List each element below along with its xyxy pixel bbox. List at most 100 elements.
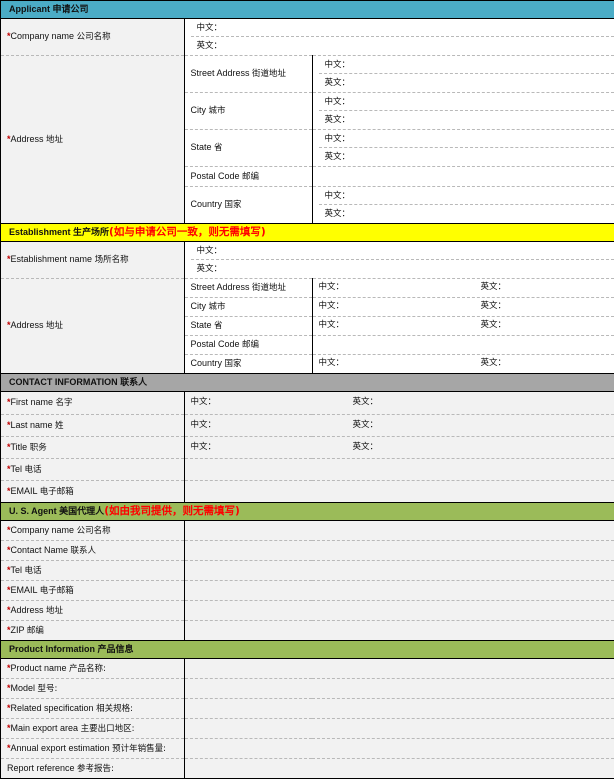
- applicant-header-en: Applicant: [9, 3, 53, 14]
- label-cn: 名字: [55, 398, 73, 409]
- label-cn: 职务: [29, 442, 47, 453]
- product-header-en: Product Information: [9, 643, 98, 654]
- row-agent-zip: *ZIP 邮编: [1, 620, 615, 641]
- input-applicant-state[interactable]: 中文： 英文：: [312, 129, 615, 167]
- input-agent-email[interactable]: [184, 580, 615, 601]
- label-en: Address: [10, 320, 47, 331]
- label-en: Establishment name: [10, 254, 95, 265]
- row-applicant-company-name: *Company name 公司名称 中文： 英文：: [1, 18, 615, 56]
- field-english[interactable]: 英文：: [319, 111, 615, 129]
- field-english[interactable]: 英文：: [191, 260, 615, 278]
- section-header-contact-row: CONTACT INFORMATION 联系人: [1, 373, 615, 392]
- row-product-main-export-area: *Main export area 主要出口地区:: [1, 718, 615, 739]
- input-agent-tel[interactable]: [184, 560, 615, 581]
- label-cn: 电子邮箱: [39, 585, 74, 596]
- field-chinese[interactable]: 中文：: [318, 56, 615, 74]
- input-applicant-postal-code[interactable]: [312, 166, 615, 187]
- field-english[interactable]: 英文：: [481, 282, 507, 293]
- sublabel-cn: 省: [214, 143, 223, 154]
- sublabel-country: Country 国家: [184, 354, 313, 374]
- sublabel-city: City 城市: [184, 92, 313, 130]
- input-product-model[interactable]: [184, 678, 615, 699]
- input-contact-last-name[interactable]: 中文： 英文：: [184, 414, 615, 437]
- row-agent-address: *Address 地址: [1, 600, 615, 621]
- field-chinese[interactable]: 中文：: [191, 420, 217, 431]
- field-english[interactable]: 英文：: [319, 148, 615, 166]
- label-contact-first-name: *First name 名字: [1, 391, 185, 415]
- field-chinese[interactable]: 中文：: [191, 442, 217, 453]
- sublabel-en: City: [190, 105, 209, 116]
- input-establishment-city[interactable]: 中文： 英文：: [312, 297, 615, 317]
- sublabel-en: Postal Code: [190, 170, 243, 181]
- input-establishment-name[interactable]: 中文： 英文：: [184, 241, 615, 279]
- input-product-report-reference[interactable]: [184, 758, 615, 779]
- input-product-main-export-area[interactable]: [184, 718, 615, 739]
- field-chinese[interactable]: 中文：: [190, 242, 615, 260]
- field-chinese[interactable]: 中文：: [318, 93, 615, 111]
- input-establishment-street-address[interactable]: 中文： 英文：: [312, 278, 615, 298]
- label-en: Annual export estimation: [10, 742, 113, 753]
- label-product-related-specification: *Related specification 相关规格:: [1, 698, 185, 719]
- input-contact-tel[interactable]: [184, 458, 615, 481]
- label-cn: 公司名称: [76, 525, 111, 536]
- sublabel-en: Street Address: [190, 282, 253, 293]
- input-establishment-country[interactable]: 中文： 英文：: [312, 354, 615, 374]
- field-english[interactable]: 英文：: [319, 74, 615, 92]
- input-agent-company-name[interactable]: [184, 520, 615, 541]
- field-chinese[interactable]: 中文：: [319, 320, 345, 331]
- input-applicant-country[interactable]: 中文： 英文：: [312, 186, 615, 224]
- input-establishment-state[interactable]: 中文： 英文：: [312, 316, 615, 336]
- contact-header-cn: 联系人: [120, 377, 148, 388]
- field-chinese[interactable]: 中文：: [319, 282, 345, 293]
- field-english[interactable]: 英文：: [481, 358, 507, 369]
- input-contact-first-name[interactable]: 中文： 英文：: [184, 391, 615, 415]
- field-chinese[interactable]: 中文：: [318, 187, 615, 205]
- field-english[interactable]: 英文：: [481, 301, 507, 312]
- field-english[interactable]: 英文：: [353, 420, 379, 431]
- label-en: Last name: [10, 419, 56, 430]
- label-en: Tel: [10, 463, 25, 474]
- label-product-annual-export-estimation: *Annual export estimation 预计年销售量:: [1, 738, 185, 759]
- input-product-annual-export-estimation[interactable]: [184, 738, 615, 759]
- field-english[interactable]: 英文：: [481, 320, 507, 331]
- input-agent-address[interactable]: [184, 600, 615, 621]
- sublabel-postal-code: Postal Code 邮编: [184, 335, 313, 355]
- field-chinese[interactable]: 中文：: [319, 301, 345, 312]
- field-english[interactable]: 英文：: [353, 397, 379, 408]
- sublabel-cn: 邮编: [242, 171, 260, 182]
- sublabel-cn: 街道地址: [252, 69, 287, 80]
- field-english[interactable]: 英文：: [319, 205, 615, 223]
- row-contact-email: *EMAIL 电子邮箱: [1, 480, 615, 503]
- label-applicant-address: *Address 地址: [1, 55, 185, 224]
- input-applicant-company-name[interactable]: 中文： 英文：: [184, 18, 615, 56]
- input-establishment-postal-code[interactable]: [312, 335, 615, 355]
- sublabel-cn: 国家: [224, 359, 242, 370]
- input-agent-zip[interactable]: [184, 620, 615, 641]
- field-chinese[interactable]: 中文：: [319, 358, 345, 369]
- field-english[interactable]: 英文：: [353, 442, 379, 453]
- section-header-establishment: Establishment 生产场所(如与申请公司一致，则无需填写): [1, 223, 615, 242]
- row-product-report-reference: Report reference 参考报告:: [1, 758, 615, 779]
- input-applicant-street-address[interactable]: 中文： 英文：: [312, 55, 615, 93]
- sublabel-cn: 城市: [208, 106, 226, 117]
- input-contact-title[interactable]: 中文： 英文：: [184, 436, 615, 459]
- input-product-related-specification[interactable]: [184, 698, 615, 719]
- field-chinese[interactable]: 中文：: [318, 130, 615, 148]
- input-product-name[interactable]: [184, 658, 615, 679]
- input-agent-contact-name[interactable]: [184, 540, 615, 561]
- input-contact-email[interactable]: [184, 480, 615, 503]
- field-chinese[interactable]: 中文：: [190, 19, 615, 37]
- row-contact-last-name: *Last name 姓 中文： 英文：: [1, 414, 615, 437]
- section-header-applicant: Applicant 申请公司: [1, 0, 615, 19]
- label-cn: 产品名称:: [69, 663, 106, 674]
- field-english[interactable]: 英文：: [191, 37, 615, 55]
- sublabel-country: Country 国家: [184, 186, 313, 224]
- label-contact-email: *EMAIL 电子邮箱: [1, 480, 185, 503]
- label-product-name: *Product name 产品名称:: [1, 658, 185, 679]
- label-cn: 姓: [55, 420, 64, 431]
- label-agent-address: *Address 地址: [1, 600, 185, 621]
- field-chinese[interactable]: 中文：: [191, 397, 217, 408]
- input-applicant-city[interactable]: 中文： 英文：: [312, 92, 615, 130]
- sublabel-cn: 国家: [224, 200, 242, 211]
- label-cn: 相关规格:: [96, 703, 133, 714]
